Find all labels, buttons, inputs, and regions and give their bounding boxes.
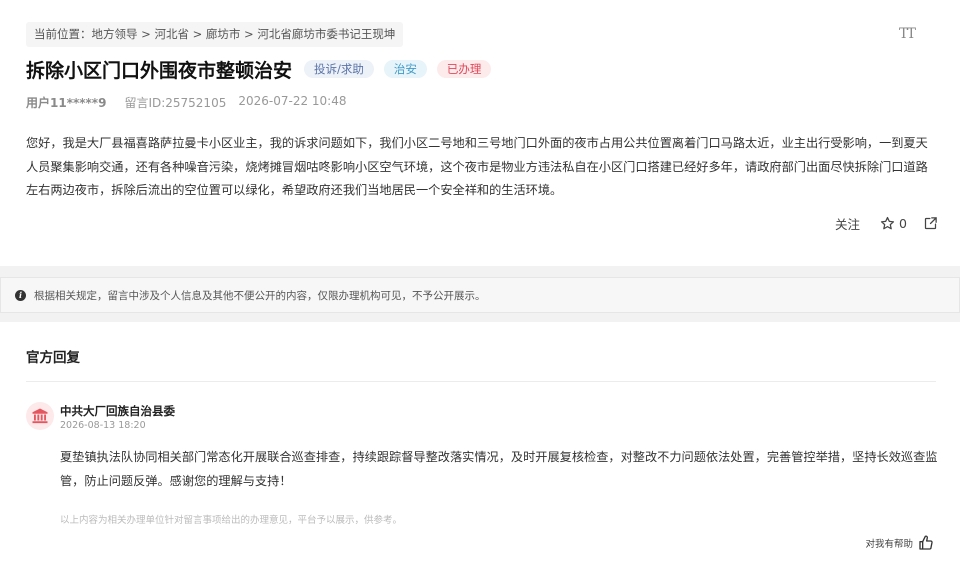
share-icon (924, 217, 937, 230)
divider (26, 381, 936, 382)
font-size-toggle-icon[interactable]: TT (899, 26, 921, 46)
section-title: 官方回复 (26, 350, 80, 366)
avatar (26, 402, 54, 430)
thumbs-up-icon (919, 535, 933, 550)
message-content: 您好，我是大厂县福喜路萨拉曼卡小区业主，我的诉求问题如下，我们小区二号地和三号地… (26, 136, 928, 197)
government-building-icon (32, 408, 48, 424)
tag-category: 治安 (383, 60, 427, 78)
helpful-label: 对我有帮助 (865, 539, 913, 550)
notice-text: 根据相关规定，留言中涉及个人信息及其他不便公开的内容，仅限办理机构可见，不予公开… (34, 289, 486, 302)
info-icon: i (15, 289, 26, 301)
star-button[interactable]: 0 (880, 216, 907, 231)
title-row: 拆除小区门口外围夜市整顿治安 投诉/求助 治安 已办理 (26, 56, 492, 82)
reply-disclaimer: 以上内容为相关办理单位针对留言事项给出的办理意见，平台予以展示，供参考。 (60, 515, 403, 526)
org-name: 中共大厂回族自治县委 (60, 404, 175, 418)
message-card: 当前位置：地方领导 > 河北省 > 廊坊市 > 河北省廊坊市委书记王现坤 TT … (0, 0, 960, 266)
breadcrumb: 当前位置：地方领导 > 河北省 > 廊坊市 > 河北省廊坊市委书记王现坤 (26, 22, 404, 47)
message-meta: 用户11*****9 留言ID:25752105 2026-07-22 10:4… (26, 94, 346, 111)
privacy-notice: i 根据相关规定，留言中涉及个人信息及其他不便公开的内容，仅限办理机构可见，不予… (0, 277, 960, 313)
share-button[interactable] (923, 216, 938, 231)
follow-button[interactable]: 关注 (835, 214, 860, 233)
reply-time: 2026-08-13 18:20 (60, 420, 146, 431)
helpful-button[interactable]: 对我有帮助 (865, 535, 934, 551)
page-title: 拆除小区门口外围夜市整顿治安 (26, 59, 293, 82)
message-time: 2026-07-22 10:48 (238, 94, 347, 108)
star-count: 0 (899, 216, 907, 231)
status-badge: 已办理 (436, 60, 492, 78)
tag-type: 投诉/求助 (304, 60, 374, 78)
star-icon (880, 216, 895, 230)
message-actions: 关注 0 (835, 214, 938, 233)
message-id: 留言ID:25752105 (124, 96, 227, 110)
reply-content: 夏垫镇执法队协同相关部门常态化开展联合巡查排查，持续跟踪督导整改落实情况，及时开… (60, 450, 938, 488)
official-reply-card: 官方回复 中共大厂回族自治县委 2026-08-13 18:20 夏垫镇执法队协… (0, 322, 960, 579)
user-name: 用户11*****9 (26, 96, 107, 110)
